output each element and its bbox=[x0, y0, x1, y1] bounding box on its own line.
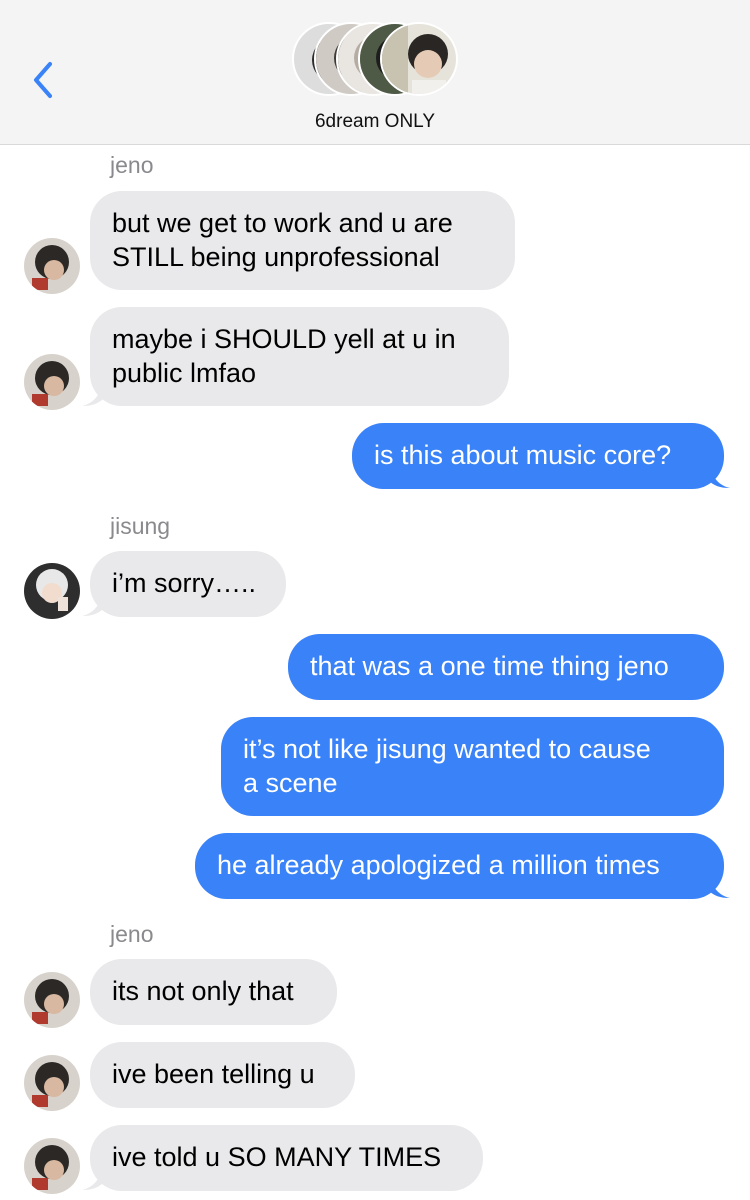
conversation-header: 6dream ONLY bbox=[0, 0, 750, 145]
jisung-avatar[interactable] bbox=[24, 563, 80, 619]
member-avatar bbox=[380, 22, 458, 96]
outgoing-message-bubble[interactable]: it’s not like jisung wanted to cause a s… bbox=[221, 717, 724, 816]
outgoing-message-bubble[interactable]: is this about music core? bbox=[352, 423, 724, 489]
back-button[interactable] bbox=[26, 58, 66, 102]
incoming-message-bubble[interactable]: maybe i SHOULD yell at u in public lmfao bbox=[90, 307, 509, 406]
group-name[interactable]: 6dream ONLY bbox=[0, 111, 750, 133]
chevron-left-icon bbox=[34, 62, 52, 98]
jeno-avatar[interactable] bbox=[24, 354, 80, 410]
jeno-avatar[interactable] bbox=[24, 1055, 80, 1111]
group-avatar-stack[interactable] bbox=[292, 22, 458, 98]
incoming-message-bubble[interactable]: but we get to work and u are STILL being… bbox=[90, 191, 515, 290]
jeno-avatar[interactable] bbox=[24, 972, 80, 1028]
outgoing-message-bubble[interactable]: he already apologized a million times bbox=[195, 833, 724, 899]
sender-name: jeno bbox=[110, 152, 154, 178]
bubble-tail bbox=[708, 876, 730, 898]
sender-name: jisung bbox=[110, 513, 171, 539]
jeno-avatar[interactable] bbox=[24, 238, 80, 294]
outgoing-message-bubble[interactable]: that was a one time thing jeno bbox=[288, 634, 724, 700]
bubble-tail bbox=[82, 594, 104, 616]
jeno-avatar[interactable] bbox=[24, 1138, 80, 1194]
incoming-message-bubble[interactable]: i’m sorry….. bbox=[90, 551, 286, 617]
bubble-tail bbox=[82, 1168, 104, 1190]
bubble-tail bbox=[82, 384, 104, 406]
incoming-message-bubble[interactable]: ive been telling u bbox=[90, 1042, 355, 1108]
sender-name: jeno bbox=[110, 921, 154, 947]
bubble-tail bbox=[708, 466, 730, 488]
incoming-message-bubble[interactable]: its not only that bbox=[90, 959, 337, 1025]
incoming-message-bubble[interactable]: ive told u SO MANY TIMES bbox=[90, 1125, 483, 1191]
